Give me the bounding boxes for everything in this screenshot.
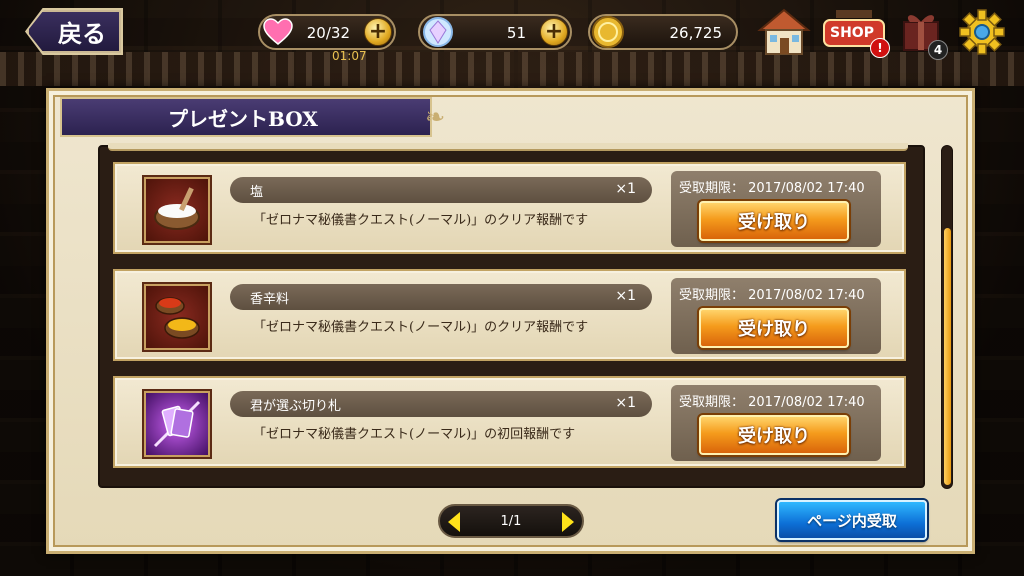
item-name: 塩 [250,184,264,200]
gift-button[interactable]: 4 [898,8,948,60]
coin-value: 26,725 [669,24,723,42]
crystal-icon [418,12,458,52]
shop-alert-badge: ! [870,38,890,58]
list-top-edge [108,143,908,151]
item-description: 「ゼロナマ秘儀書クエスト(ノーマル)」の初回報酬です [253,427,576,442]
fleur-ornament-icon: ❧ [425,103,446,131]
stamina-value: 20/32 [306,24,350,42]
balcony-railing [0,52,1024,86]
stamina-pill: 20/32 + [258,14,396,50]
coin-pill: 26,725 [588,14,738,50]
coin-icon [588,12,628,52]
item-name-bar: 塩 ×1 [230,177,652,203]
present-item: 香辛料 ×1 「ゼロナマ秘儀書クエスト(ノーマル)」のクリア報酬です 受取期限：… [113,269,906,361]
page-indicator: 1/1 [500,513,522,529]
item-description: 「ゼロナマ秘儀書クエスト(ノーマル)」のクリア報酬です [253,320,589,335]
pager: 1/1 [438,504,584,538]
stamina-plus-button[interactable]: + [364,18,392,46]
home-button[interactable] [756,8,812,56]
shop-button[interactable]: SHOP ! [822,8,890,58]
spice-bowls-icon [142,282,212,352]
present-item: 塩 ×1 「ゼロナマ秘儀書クエスト(ノーマル)」のクリア報酬です 受取期限： 2… [113,162,906,254]
claim-button[interactable]: 受け取り [699,201,849,241]
scrollbar-thumb[interactable] [944,228,951,485]
claim-button[interactable]: 受け取り [699,415,849,455]
settings-button[interactable] [958,8,1006,56]
stamina-timer: 01:07 [332,49,367,63]
house-icon [757,8,811,55]
prev-page-arrow-icon[interactable] [448,512,460,532]
gem-value: 51 [506,24,526,42]
item-quantity: ×1 [615,395,636,411]
heart-icon [258,12,298,52]
item-name-bar: 君が選ぶ切り札 ×1 [230,391,652,417]
claim-box: 受取期限： 2017/08/02 17:40 受け取り [671,278,881,354]
salt-bowl-icon [142,175,212,245]
claim-deadline: 受取期限： 2017/08/02 17:40 [679,395,865,410]
shop-label: SHOP [830,25,874,41]
claim-deadline: 受取期限： 2017/08/02 17:40 [679,181,865,196]
item-name: 香辛料 [250,291,290,307]
back-button[interactable]: 戻る [27,10,121,53]
cards-icon [142,389,212,459]
claim-page-button[interactable]: ページ内受取 [777,500,927,540]
gift-count-badge: 4 [928,40,948,60]
next-page-arrow-icon[interactable] [562,512,574,532]
gear-icon [959,9,1005,55]
claim-box: 受取期限： 2017/08/02 17:40 受け取り [671,171,881,247]
claim-box: 受取期限： 2017/08/02 17:40 受け取り [671,385,881,461]
gem-pill: 51 + [418,14,572,50]
gem-plus-button[interactable]: + [540,18,568,46]
claim-button[interactable]: 受け取り [699,308,849,348]
item-name-bar: 香辛料 ×1 [230,284,652,310]
item-name: 君が選ぶ切り札 [250,398,342,414]
item-quantity: ×1 [615,181,636,197]
item-quantity: ×1 [615,288,636,304]
claim-deadline: 受取期限： 2017/08/02 17:40 [679,288,865,303]
present-item: 君が選ぶ切り札 ×1 「ゼロナマ秘儀書クエスト(ノーマル)」の初回報酬です 受取… [113,376,906,468]
panel-title: プレゼントBOX [60,97,432,137]
item-description: 「ゼロナマ秘儀書クエスト(ノーマル)」のクリア報酬です [253,213,589,228]
list-scrollbar[interactable] [941,145,953,489]
